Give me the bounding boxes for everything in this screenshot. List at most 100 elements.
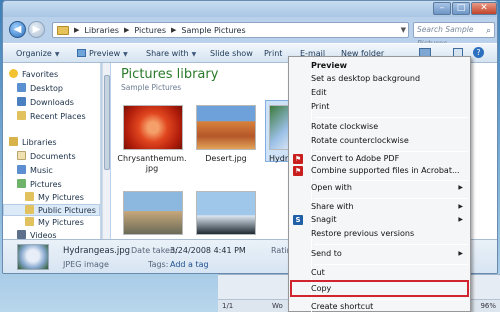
recent-places-icon — [17, 111, 26, 120]
navigation-bar: ◀ ▶ ▶ Libraries ▶ Pictures ▶ Sample Pict… — [3, 17, 497, 48]
menu-label: Restore previous versions — [311, 229, 415, 238]
downloads-icon — [17, 97, 26, 106]
nav-pictures[interactable]: Pictures — [17, 179, 62, 191]
lighthouse-thumbnail[interactable] — [123, 191, 183, 235]
menu-label: Share with — [311, 202, 354, 211]
nav-scrollbar[interactable] — [102, 63, 110, 239]
desert-thumbnail[interactable] — [196, 105, 256, 150]
search-input[interactable]: Search Sample Pictures ⌕ — [413, 22, 495, 48]
search-icon[interactable]: ⌕ — [486, 24, 491, 38]
menu-item-print[interactable]: Print — [311, 101, 469, 113]
scrollbar-thumb[interactable] — [104, 75, 110, 170]
nav-recent-places[interactable]: Recent Places — [17, 111, 86, 123]
organize-menu[interactable]: Organize ▼ — [16, 49, 59, 58]
nav-downloads[interactable]: Downloads — [17, 97, 74, 109]
nav-music[interactable]: Music — [17, 165, 53, 177]
menu-item-rotate-clockwise[interactable]: Rotate clockwise — [311, 121, 469, 133]
menu-item-rotate-counterclockwise[interactable]: Rotate counterclockwise — [311, 135, 469, 147]
address-bar[interactable]: ▶ Libraries ▶ Pictures ▶ Sample Pictures… — [52, 22, 409, 38]
share-with-menu[interactable]: Share with ▼ — [146, 49, 196, 58]
nav-public-pictures-label: Public Pictures — [38, 206, 96, 215]
menu-separator — [314, 244, 468, 245]
page-count: 1/1 — [222, 302, 234, 310]
file-name-desert[interactable]: Desert.jpg — [189, 154, 263, 164]
nav-favorites[interactable]: Favorites — [9, 69, 58, 81]
penguins-thumbnail[interactable] — [196, 191, 256, 235]
details-tags-value[interactable]: Add a tag — [170, 260, 209, 269]
file-name-chrysanthemum[interactable]: Chrysanthemum. jpg — [115, 154, 189, 174]
breadcrumb-libraries[interactable]: Libraries — [84, 26, 119, 35]
menu-item-send-to[interactable]: Send to ▶ — [311, 248, 469, 260]
menu-label: Print — [311, 102, 330, 111]
details-filename: Hydrangeas.jpg — [63, 246, 131, 256]
nav-public-pictures[interactable]: Public Pictures — [3, 204, 100, 216]
nav-my-pictures-2[interactable]: My Pictures — [25, 217, 84, 229]
nav-videos[interactable]: Videos — [17, 230, 57, 239]
chevron-right-icon: ▶ — [74, 26, 80, 34]
menu-separator — [314, 117, 468, 118]
pictures-icon — [17, 179, 26, 188]
nav-pictures-label: Pictures — [30, 180, 62, 189]
nav-music-label: Music — [30, 166, 53, 175]
help-icon[interactable]: ? — [473, 47, 484, 58]
back-arrow-icon[interactable]: ◀ — [9, 21, 26, 38]
menu-label: Rotate clockwise — [311, 122, 379, 131]
menu-item-open-with[interactable]: Open with ▶ — [311, 182, 469, 194]
share-with-label: Share with — [146, 49, 189, 58]
forward-arrow-icon[interactable]: ▶ — [28, 21, 45, 38]
minimize-button[interactable]: – — [433, 2, 451, 15]
file-name-line1: Chrysanthemum. — [117, 154, 187, 163]
menu-item-restore-previous-versions[interactable]: Restore previous versions — [311, 228, 469, 240]
documents-icon — [17, 151, 26, 160]
menu-item-edit[interactable]: Edit — [311, 87, 469, 99]
slide-show-button[interactable]: Slide show — [210, 49, 253, 58]
adobe-pdf-icon: ⚑ — [293, 154, 303, 164]
navigation-pane: Favorites Desktop Downloads Recent Place… — [3, 63, 101, 239]
menu-label: Combine supported files in Acrobat... — [311, 166, 460, 175]
folder-icon — [57, 25, 69, 35]
chevron-right-icon: ▶ — [123, 26, 130, 34]
folder-icon — [25, 205, 34, 214]
submenu-arrow-icon: ▶ — [458, 250, 463, 257]
submenu-arrow-icon: ▶ — [458, 184, 463, 191]
menu-label: Cut — [311, 268, 325, 277]
menu-item-combine-in-acrobat[interactable]: ⚑ Combine supported files in Acrobat... — [293, 165, 469, 177]
preview-menu[interactable]: Preview ▼ — [77, 49, 128, 58]
menu-label: Copy — [311, 284, 332, 293]
menu-item-snagit[interactable]: S Snagit ▶ — [293, 214, 469, 226]
menu-item-copy[interactable]: Copy — [311, 283, 469, 295]
details-tags-label: Tags: — [148, 260, 169, 269]
context-menu: Preview Set as desktop background Edit P… — [288, 56, 471, 312]
library-subtitle: Sample Pictures — [121, 83, 182, 92]
menu-item-set-desktop-background[interactable]: Set as desktop background — [311, 73, 469, 85]
zoom-level: 96% — [480, 302, 496, 310]
nav-desktop-label: Desktop — [30, 84, 63, 93]
nav-desktop[interactable]: Desktop — [17, 83, 63, 95]
music-icon — [17, 165, 26, 174]
menu-item-preview[interactable]: Preview — [311, 60, 469, 72]
preview-icon — [77, 49, 86, 57]
chevron-down-icon[interactable]: ▼ — [401, 26, 406, 34]
breadcrumb-pictures[interactable]: Pictures — [134, 26, 166, 35]
nav-recent-label: Recent Places — [30, 112, 86, 121]
menu-label: Edit — [311, 88, 327, 97]
menu-item-convert-to-pdf[interactable]: ⚑ Convert to Adobe PDF — [293, 153, 469, 165]
menu-item-create-shortcut[interactable]: Create shortcut — [311, 301, 469, 312]
nav-libraries[interactable]: Libraries — [9, 137, 57, 149]
submenu-arrow-icon: ▶ — [458, 203, 463, 210]
close-button[interactable]: ✕ — [471, 2, 497, 15]
menu-item-share-with[interactable]: Share with ▶ — [311, 201, 469, 213]
chrysanthemum-thumbnail[interactable] — [123, 105, 183, 150]
breadcrumb-sample-pictures[interactable]: Sample Pictures — [181, 26, 245, 35]
chevron-right-icon: ▶ — [171, 26, 177, 34]
desktop-icon — [17, 83, 26, 92]
menu-item-cut[interactable]: Cut — [311, 267, 469, 279]
maximize-button[interactable]: □ — [452, 2, 470, 15]
details-thumbnail — [17, 244, 49, 270]
star-icon — [9, 69, 18, 78]
print-button[interactable]: Print — [264, 49, 282, 58]
menu-label: Open with — [311, 183, 352, 192]
nav-documents[interactable]: Documents — [17, 151, 76, 163]
nav-my-pictures[interactable]: My Pictures — [25, 192, 84, 204]
menu-separator — [314, 264, 468, 265]
